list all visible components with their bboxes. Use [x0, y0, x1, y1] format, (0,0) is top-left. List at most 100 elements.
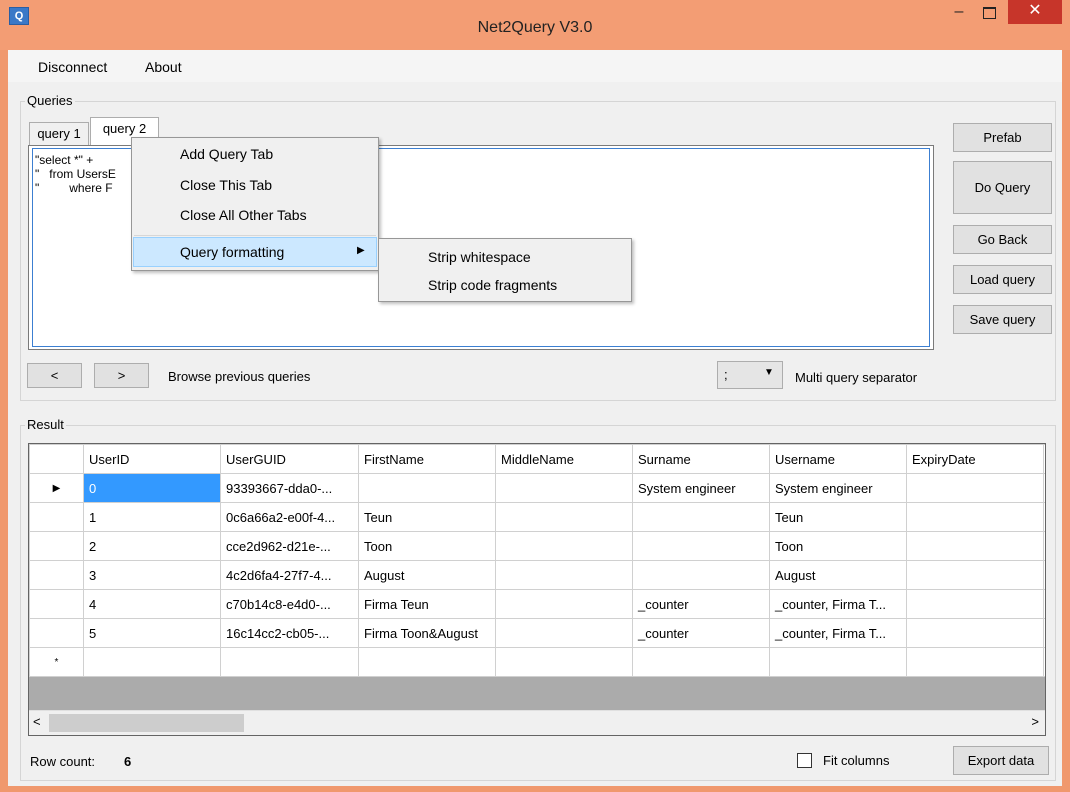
table-row[interactable]: 3 4c2d6fa4-27f7-4... August August 9/	[29, 560, 1045, 590]
table-cell[interactable]	[495, 473, 633, 503]
table-cell[interactable]	[632, 647, 770, 677]
table-cell[interactable]: Teun	[769, 502, 907, 532]
table-cell[interactable]	[1043, 647, 1045, 677]
table-cell[interactable]: _counter	[632, 589, 770, 619]
menu-item-strip-whitespace[interactable]: Strip whitespace	[428, 249, 531, 265]
table-cell[interactable]: Toon	[358, 531, 496, 561]
table-cell[interactable]: Firma Toon&August	[358, 618, 496, 648]
save-query-button[interactable]: Save query	[953, 305, 1052, 334]
scroll-left-icon[interactable]: <	[33, 714, 41, 729]
table-cell[interactable]	[906, 473, 1044, 503]
maximize-button[interactable]	[975, 4, 1003, 24]
table-cell[interactable]	[358, 647, 496, 677]
menu-disconnect[interactable]: Disconnect	[38, 59, 107, 75]
table-cell[interactable]: _counter, Firma T...	[769, 589, 907, 619]
load-query-button[interactable]: Load query	[953, 265, 1052, 294]
export-data-button[interactable]: Export data	[953, 746, 1049, 775]
table-cell[interactable]	[906, 618, 1044, 648]
table-row[interactable]: 2 cce2d962-d21e-... Toon Toon 9/	[29, 531, 1045, 561]
table-cell[interactable]	[769, 647, 907, 677]
table-cell[interactable]	[632, 560, 770, 590]
table-cell[interactable]: _counter, Firma T...	[769, 618, 907, 648]
table-cell[interactable]	[906, 531, 1044, 561]
table-cell[interactable]: 0	[83, 473, 221, 503]
table-cell[interactable]: cce2d962-d21e-...	[220, 531, 359, 561]
table-cell[interactable]: 1	[83, 502, 221, 532]
do-query-button[interactable]: Do Query	[953, 161, 1052, 214]
column-header[interactable]: Surname	[632, 444, 770, 474]
table-cell[interactable]: Firma Teun	[358, 589, 496, 619]
column-header[interactable]: MiddleName	[495, 444, 633, 474]
table-cell[interactable]	[358, 473, 496, 503]
table-cell[interactable]: August	[769, 560, 907, 590]
table-cell[interactable]	[495, 502, 633, 532]
prefab-button[interactable]: Prefab	[953, 123, 1052, 152]
table-cell[interactable]: _counter	[632, 618, 770, 648]
table-cell[interactable]	[906, 647, 1044, 677]
new-row[interactable]: *	[29, 647, 1045, 677]
table-cell[interactable]	[632, 502, 770, 532]
menu-item-close-this-tab[interactable]: Close This Tab	[180, 177, 272, 193]
column-header[interactable]: A	[1043, 444, 1045, 474]
table-cell[interactable]	[495, 618, 633, 648]
tab-query-1[interactable]: query 1	[29, 122, 89, 146]
minimize-button[interactable]: –	[946, 4, 972, 24]
table-cell[interactable]	[906, 589, 1044, 619]
menu-item-query-formatting[interactable]: Query formatting ▶	[133, 237, 377, 267]
table-cell[interactable]: c70b14c8-e4d0-...	[220, 589, 359, 619]
scrollbar-thumb[interactable]	[49, 714, 244, 732]
table-cell[interactable]: 93393667-dda0-...	[220, 473, 359, 503]
table-cell[interactable]: 5	[83, 618, 221, 648]
table-cell[interactable]: 4	[83, 589, 221, 619]
table-cell[interactable]: 9/	[1043, 531, 1045, 561]
table-cell[interactable]	[220, 647, 359, 677]
row-header[interactable]	[29, 618, 84, 648]
table-cell[interactable]: 3	[83, 560, 221, 590]
current-row-marker[interactable]: ▶	[29, 473, 84, 503]
table-row[interactable]: 4 c70b14c8-e4d0-... Firma Teun _counter …	[29, 589, 1045, 619]
table-cell[interactable]: 16c14cc2-cb05-...	[220, 618, 359, 648]
table-cell[interactable]: 9/	[1043, 502, 1045, 532]
table-cell[interactable]: Toon	[769, 531, 907, 561]
table-cell[interactable]: 4c2d6fa4-27f7-4...	[220, 560, 359, 590]
go-back-button[interactable]: Go Back	[953, 225, 1052, 254]
table-cell[interactable]: 9/	[1043, 560, 1045, 590]
table-cell[interactable]	[495, 647, 633, 677]
row-header[interactable]	[29, 502, 84, 532]
table-cell[interactable]: 2	[83, 531, 221, 561]
column-header[interactable]: ExpiryDate	[906, 444, 1044, 474]
table-cell[interactable]	[1043, 473, 1045, 503]
table-cell[interactable]	[906, 502, 1044, 532]
table-cell[interactable]: 0c6a66a2-e00f-4...	[220, 502, 359, 532]
table-cell[interactable]: August	[358, 560, 496, 590]
table-cell[interactable]: 9/	[1043, 618, 1045, 648]
table-cell[interactable]: Teun	[358, 502, 496, 532]
table-row[interactable]: 5 16c14cc2-cb05-... Firma Toon&August _c…	[29, 618, 1045, 648]
result-grid[interactable]: UserID UserGUID FirstName MiddleName Sur…	[28, 443, 1046, 736]
table-cell[interactable]	[83, 647, 221, 677]
separator-select[interactable]: ; ▼	[717, 361, 783, 389]
table-cell[interactable]	[495, 531, 633, 561]
fit-columns-checkbox[interactable]	[797, 753, 812, 768]
next-query-button[interactable]: >	[94, 363, 149, 388]
row-header[interactable]	[29, 589, 84, 619]
table-cell[interactable]: 9/	[1043, 589, 1045, 619]
table-row[interactable]: ▶ 0 93393667-dda0-... System engineer Sy…	[29, 473, 1045, 503]
table-cell[interactable]	[495, 589, 633, 619]
new-row-marker[interactable]: *	[29, 647, 84, 677]
column-header[interactable]: FirstName	[358, 444, 496, 474]
menu-item-strip-code-fragments[interactable]: Strip code fragments	[428, 277, 557, 293]
table-cell[interactable]: System engineer	[769, 473, 907, 503]
table-cell[interactable]	[495, 560, 633, 590]
menu-about[interactable]: About	[145, 59, 182, 75]
menu-item-add-query-tab[interactable]: Add Query Tab	[180, 146, 273, 162]
row-header[interactable]	[29, 560, 84, 590]
scroll-right-icon[interactable]: >	[1031, 714, 1039, 729]
menu-item-close-all-other-tabs[interactable]: Close All Other Tabs	[180, 207, 307, 223]
table-row[interactable]: 1 0c6a66a2-e00f-4... Teun Teun 9/	[29, 502, 1045, 532]
row-header[interactable]	[29, 531, 84, 561]
table-cell[interactable]	[632, 531, 770, 561]
table-cell[interactable]: System engineer	[632, 473, 770, 503]
table-cell[interactable]	[906, 560, 1044, 590]
column-header[interactable]: Username	[769, 444, 907, 474]
